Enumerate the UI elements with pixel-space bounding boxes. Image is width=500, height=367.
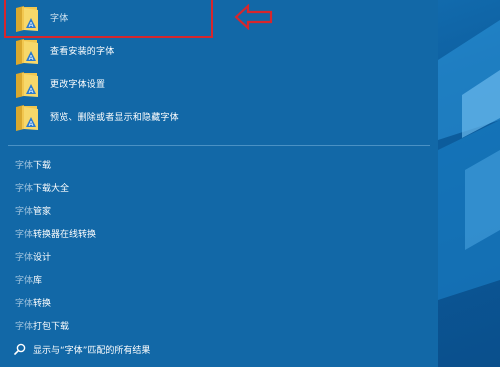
- suggestion-suffix: 设计: [33, 253, 52, 263]
- folder-icon: A: [16, 6, 38, 32]
- suggestion-suffix: 转换器在线转换: [33, 230, 97, 240]
- show-all-query: 字体: [64, 346, 83, 356]
- result-change-font-settings[interactable]: A 更改字体设置: [0, 68, 438, 100]
- show-all-suffix: ”匹配的所有结果: [82, 346, 151, 356]
- result-preview-delete-fonts[interactable]: A 预览、删除或者显示和隐藏字体: [0, 101, 438, 133]
- suggestion-suffix: 下载: [33, 161, 52, 171]
- folder-icon: A: [16, 105, 38, 131]
- section-divider: [8, 145, 430, 146]
- result-label: 查看安装的字体: [50, 47, 115, 57]
- suggestion-suffix: 管家: [33, 207, 52, 217]
- suggestion-query: 字体: [15, 207, 34, 217]
- web-suggestion[interactable]: 字体下载: [0, 153, 438, 175]
- web-suggestion[interactable]: 字体下载大全: [0, 176, 438, 198]
- result-view-installed-fonts[interactable]: A 查看安装的字体: [0, 35, 438, 67]
- search-icon: [14, 343, 26, 355]
- web-suggestion[interactable]: 字体转换器在线转换: [0, 222, 438, 244]
- result-label: 预览、删除或者显示和隐藏字体: [50, 113, 179, 123]
- web-suggestion[interactable]: 字体打包下载: [0, 314, 438, 336]
- web-suggestion[interactable]: 字体转换: [0, 291, 438, 313]
- svg-text:A: A: [29, 54, 34, 62]
- left-arrow-icon: [234, 4, 273, 30]
- suggestion-query: 字体: [15, 253, 34, 263]
- screen: A 字体 A 查看安装的字体 A 更改字体设置 A 预览、删除或者显示和隐藏字体…: [0, 0, 500, 367]
- suggestion-query: 字体: [15, 230, 34, 240]
- result-fonts[interactable]: A 字体: [0, 2, 438, 34]
- suggestion-query: 字体: [15, 299, 34, 309]
- suggestion-query: 字体: [15, 184, 34, 194]
- result-label: 更改字体设置: [50, 80, 106, 90]
- suggestion-suffix: 库: [33, 276, 43, 286]
- suggestion-suffix: 打包下载: [33, 322, 70, 332]
- folder-icon: A: [16, 39, 38, 65]
- suggestion-query: 字体: [15, 276, 34, 286]
- show-all-prefix: 显示与“: [33, 346, 65, 356]
- suggestion-query: 字体: [15, 161, 34, 171]
- web-suggestion[interactable]: 字体设计: [0, 245, 438, 267]
- show-all-results-link[interactable]: 显示与“字体”匹配的所有结果: [0, 338, 438, 360]
- svg-text:A: A: [29, 120, 34, 128]
- web-suggestion[interactable]: 字体管家: [0, 199, 438, 221]
- search-results-panel: A 字体 A 查看安装的字体 A 更改字体设置 A 预览、删除或者显示和隐藏字体…: [0, 0, 438, 367]
- svg-text:A: A: [29, 87, 34, 95]
- folder-icon: A: [16, 72, 38, 98]
- suggestion-suffix: 转换: [33, 299, 52, 309]
- svg-text:A: A: [29, 21, 34, 29]
- result-label: 字体: [50, 14, 69, 24]
- suggestion-query: 字体: [15, 322, 34, 332]
- web-suggestion[interactable]: 字体库: [0, 268, 438, 290]
- suggestion-suffix: 下载大全: [33, 184, 70, 194]
